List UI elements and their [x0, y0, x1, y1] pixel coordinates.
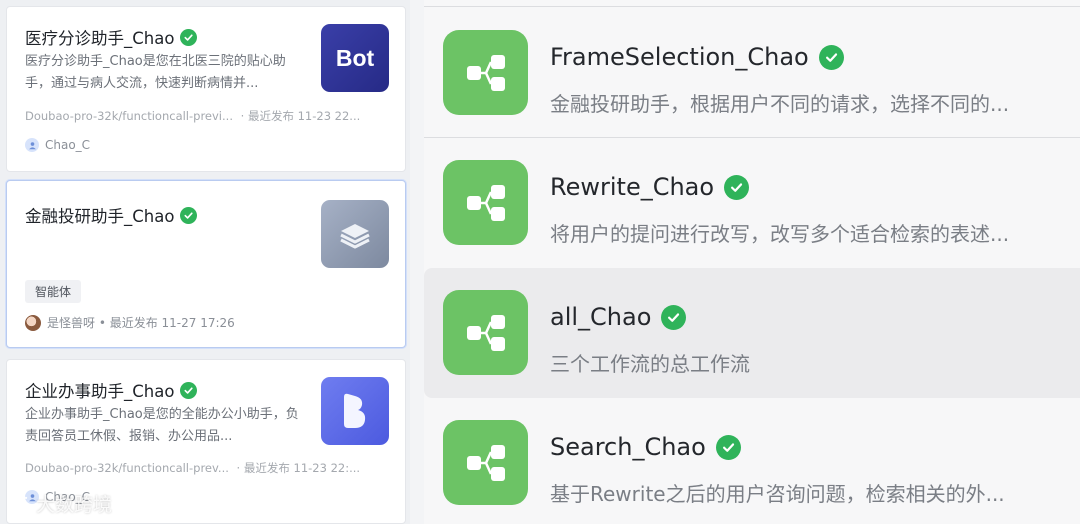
user-avatar-icon: [25, 138, 39, 152]
workflow-description: 将用户的提问进行改写，改写多个适合检索的表述...: [550, 222, 1010, 246]
agent-card-medical[interactable]: 医疗分诊助手_Chao 医疗分诊助手_Chao是您在北医三院的贴心助手，通过与病…: [6, 6, 406, 172]
b-logo-icon: [321, 377, 389, 445]
verified-icon: [661, 304, 687, 330]
agent-author: 是怪兽呀 • 最近发布 11-27 17:26: [25, 314, 235, 331]
agent-title-text: 企业办事助手_Chao: [25, 382, 175, 401]
agent-meta: Doubao-pro-32k/functioncall-previ... · 最…: [25, 108, 360, 124]
workflow-name-text: Rewrite_Chao: [550, 173, 715, 201]
workflow-item-frameselection[interactable]: FrameSelection_Chao 金融投研助手，根据用户不同的请求，选择不…: [424, 8, 1080, 138]
workflow-icon: [443, 290, 528, 375]
agent-description: 企业办事助手_Chao是您的全能办公小助手，负责回答员工休假、报销、办公用品..…: [25, 407, 299, 444]
agent-title: 企业办事助手_Chao: [25, 378, 198, 402]
workflow-icon: [443, 160, 528, 245]
workflow-name: Search_Chao: [550, 433, 741, 461]
layers-icon: [321, 200, 389, 268]
agent-title: 金融投研助手_Chao: [25, 203, 198, 227]
agent-title-text: 金融投研助手_Chao: [25, 207, 175, 226]
agent-meta: Doubao-pro-32k/functioncall-prev... · 最近…: [25, 460, 360, 476]
agent-author-name: Chao_C: [45, 138, 91, 152]
workflow-item-search[interactable]: Search_Chao 基于Rewrite之后的用户咨询问题，检索相关的外...: [424, 398, 1080, 524]
workflow-name-text: Search_Chao: [550, 433, 706, 461]
agent-model: Doubao-pro-32k/functioncall-prev...: [25, 461, 229, 475]
agent-published: · 最近发布 11-23 22...: [240, 109, 361, 123]
verified-icon: [180, 206, 198, 224]
verified-icon: [818, 44, 844, 70]
agent-list: 医疗分诊助手_Chao 医疗分诊助手_Chao是您在北医三院的贴心助手，通过与病…: [0, 0, 410, 524]
verified-icon: [180, 381, 198, 399]
agent-type-tag: 智能体: [25, 280, 82, 303]
watermark-logo-icon: [10, 496, 28, 510]
workflow-item-all[interactable]: all_Chao 三个工作流的总工作流: [424, 268, 1080, 398]
verified-icon: [715, 434, 741, 460]
agent-author: Chao_C: [25, 138, 90, 152]
workflow-name-text: all_Chao: [550, 303, 652, 331]
workflow-list: FrameSelection_Chao 金融投研助手，根据用户不同的请求，选择不…: [424, 0, 1080, 524]
workflow-icon: [443, 30, 528, 115]
agent-title-text: 医疗分诊助手_Chao: [25, 29, 175, 48]
workflow-description: 金融投研助手，根据用户不同的请求，选择不同的...: [550, 92, 1010, 116]
workflow-description: 基于Rewrite之后的用户咨询问题，检索相关的外...: [550, 482, 1005, 506]
watermark: 大数跨境: [8, 490, 112, 517]
verified-icon: [724, 174, 750, 200]
workflow-name-text: FrameSelection_Chao: [550, 43, 809, 71]
verified-icon: [180, 28, 198, 46]
divider: [424, 6, 1080, 7]
agent-thumbnail: Bot: [321, 24, 389, 92]
watermark-text: 大数跨境: [36, 494, 113, 516]
agent-card-finance[interactable]: 金融投研助手_Chao 智能体 是怪兽呀 • 最近发布 11-27 17:26: [6, 180, 406, 348]
user-avatar: [25, 314, 41, 331]
agent-description: 医疗分诊助手_Chao是您在北医三院的贴心助手，通过与病人交流，快速判断病情并.…: [25, 54, 286, 91]
agent-title: 医疗分诊助手_Chao: [25, 25, 198, 49]
workflow-name: FrameSelection_Chao: [550, 43, 844, 71]
workflow-icon: [443, 420, 528, 505]
workflow-item-rewrite[interactable]: Rewrite_Chao 将用户的提问进行改写，改写多个适合检索的表述...: [424, 138, 1080, 268]
workflow-name: Rewrite_Chao: [550, 173, 750, 201]
workflow-name: all_Chao: [550, 303, 687, 331]
agent-model: Doubao-pro-32k/functioncall-previ...: [25, 109, 233, 123]
workflow-description: 三个工作流的总工作流: [550, 352, 750, 376]
agent-published: · 最近发布 11-23 22:...: [236, 461, 361, 475]
agent-author-meta: 是怪兽呀 • 最近发布 11-27 17:26: [47, 316, 235, 330]
